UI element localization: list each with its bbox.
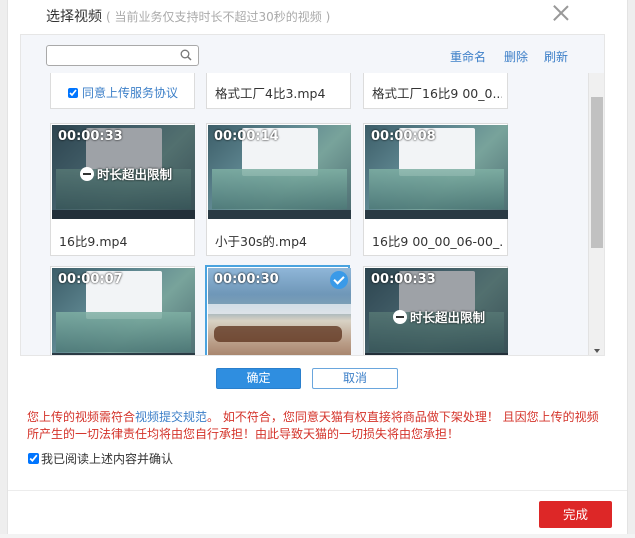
agree-checkbox[interactable] (68, 88, 78, 98)
video-duration: 00:00:14 (214, 129, 279, 144)
search-input[interactable] (47, 47, 175, 67)
search-icon[interactable] (180, 49, 192, 61)
over-limit-badge: 时长超出限制 (80, 164, 172, 183)
agree-checkbox-label[interactable]: 同意上传服务协议 (68, 84, 178, 101)
video-name: 格式工厂16比9 00_0... (372, 86, 502, 101)
video-card[interactable]: 00:00:33 时长超出限制 16比9.mp4 (50, 123, 195, 256)
video-card-selected[interactable]: 00:00:30 (205, 265, 351, 355)
over-limit-label: 时长超出限制 (410, 310, 486, 325)
refresh-link[interactable]: 刷新 (544, 48, 568, 65)
video-name: 16比9.mp4 (59, 234, 128, 249)
select-video-dialog: 选择视频 ( 当前业务仅支持时长不超过30秒的视频 ) 重命名 删除 刷新 同意上… (8, 0, 627, 538)
scroll-down-arrow-icon[interactable] (594, 349, 600, 353)
confirm-button[interactable]: 确定 (216, 368, 301, 389)
dialog-title: 选择视频 ( 当前业务仅支持时长不超过30秒的视频 ) (46, 6, 330, 26)
video-duration: 00:00:30 (214, 272, 279, 287)
selected-check-icon (330, 271, 348, 289)
agree-label: 同意上传服务协议 (82, 86, 179, 100)
right-background-strip (627, 0, 635, 538)
dialog-subtitle: ( 当前业务仅支持时长不超过30秒的视频 ) (106, 10, 331, 24)
video-thumbnail: 00:00:33 时长超出限制 (52, 125, 195, 219)
video-duration: 00:00:33 (371, 272, 436, 287)
video-card[interactable]: 格式工厂4比3.mp4 (206, 73, 351, 109)
prohibited-icon (80, 167, 94, 181)
video-duration: 00:00:33 (58, 129, 123, 144)
left-background-strip (0, 0, 8, 538)
over-limit-label: 时长超出限制 (97, 167, 173, 182)
legal-warning: 您上传的视频需符合视频提交规范。 如不符合，您同意天猫有权直接将商品做下架处理！… (27, 409, 607, 443)
video-spec-link[interactable]: 视频提交规范 (135, 410, 207, 424)
read-confirm[interactable]: 我已阅读上述内容并确认 (28, 452, 178, 467)
video-card[interactable]: 00:00:07 (50, 266, 195, 355)
rename-link[interactable]: 重命名 (450, 48, 486, 65)
prohibited-icon (393, 310, 407, 324)
delete-link[interactable]: 删除 (504, 48, 528, 65)
video-thumbnail: 00:00:33 时长超出限制 (365, 268, 508, 355)
bottom-strip (0, 534, 635, 538)
read-confirm-checkbox[interactable] (28, 453, 39, 464)
done-button[interactable]: 完成 (539, 501, 612, 528)
video-card[interactable]: 格式工厂16比9 00_0... (363, 73, 508, 109)
library-toolbar: 重命名 删除 刷新 (21, 35, 604, 73)
video-card[interactable]: 00:00:14 小于30s的.mp4 (206, 123, 351, 256)
video-duration: 00:00:07 (58, 272, 123, 287)
scrollbar-thumb[interactable] (591, 97, 603, 248)
dialog-title-text: 选择视频 (46, 9, 102, 25)
video-thumbnail: 00:00:07 (52, 268, 195, 355)
search-box (46, 45, 199, 67)
video-duration: 00:00:08 (371, 129, 436, 144)
video-card[interactable]: 00:00:33 时长超出限制 (363, 266, 508, 355)
read-confirm-label: 我已阅读上述内容并确认 (41, 452, 174, 466)
over-limit-badge: 时长超出限制 (393, 307, 485, 326)
video-name: 格式工厂4比3.mp4 (215, 86, 326, 101)
video-name: 16比9 00_00_06-00_... (372, 234, 502, 249)
video-thumbnail: 00:00:30 (208, 268, 351, 355)
cancel-button[interactable]: 取消 (312, 368, 398, 389)
video-card[interactable]: 00:00:08 16比9 00_00_06-00_... (363, 123, 508, 256)
video-name: 小于30s的.mp4 (215, 234, 307, 249)
grid-scrollbar[interactable] (588, 73, 604, 355)
warning-text-part1: 您上传的视频需符合 (27, 410, 136, 424)
video-thumbnail: 00:00:08 (365, 125, 508, 219)
video-library-panel: 重命名 删除 刷新 同意上传服务协议 格式工厂4比3.mp4 格式工厂16比9 … (20, 34, 605, 356)
video-grid: 同意上传服务协议 格式工厂4比3.mp4 格式工厂16比9 00_0... 00… (21, 73, 588, 355)
close-icon[interactable] (551, 3, 571, 23)
upload-agreement-card: 同意上传服务协议 (50, 73, 195, 109)
footer-divider (8, 490, 627, 491)
video-thumbnail: 00:00:14 (208, 125, 351, 219)
